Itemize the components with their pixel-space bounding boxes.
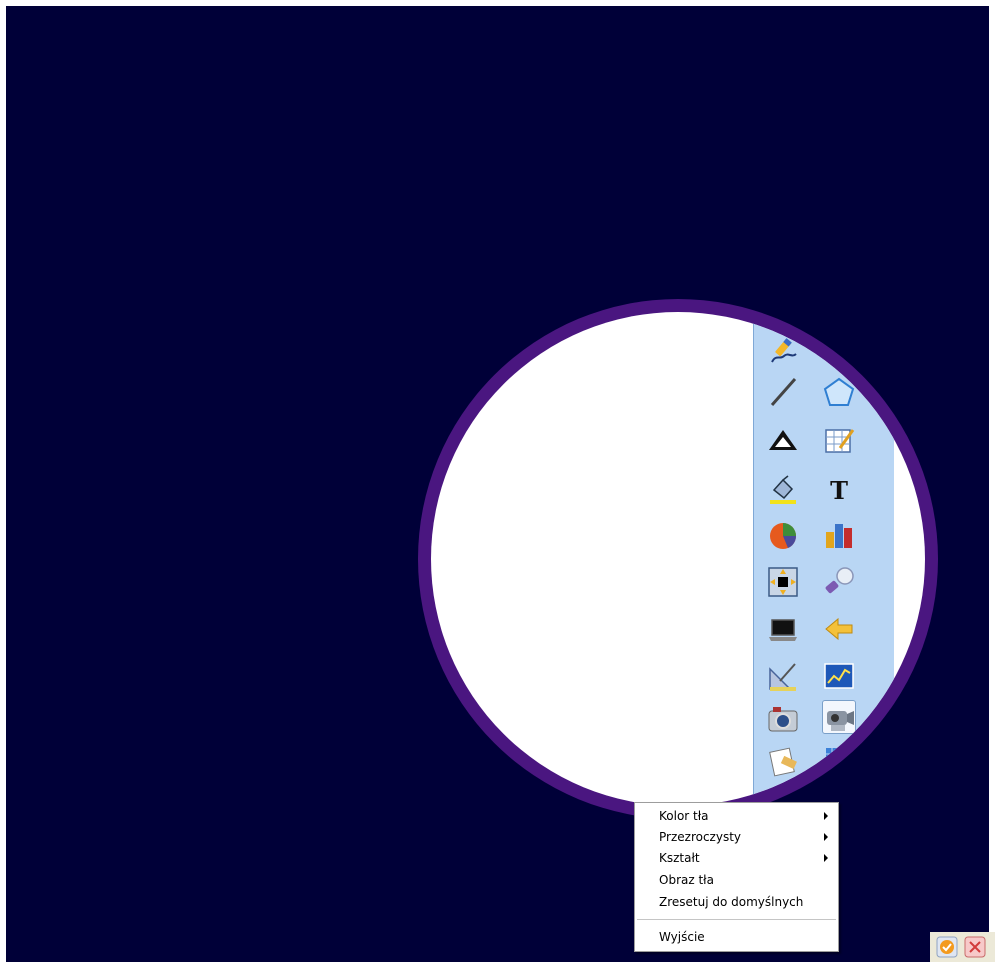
fill-bucket-icon[interactable] bbox=[766, 472, 800, 506]
laptop-icon[interactable] bbox=[766, 612, 800, 646]
menu-item-background-color[interactable]: Kolor tła bbox=[635, 806, 838, 826]
menu-item-background-image[interactable]: Obraz tła bbox=[635, 870, 838, 890]
bar-chart-icon[interactable] bbox=[822, 518, 856, 552]
spotlight-icon[interactable] bbox=[822, 565, 856, 599]
line-icon[interactable] bbox=[766, 375, 800, 409]
grid-icon[interactable] bbox=[822, 744, 856, 778]
line-graph-icon[interactable] bbox=[822, 659, 856, 693]
pentagon-icon[interactable] bbox=[822, 375, 856, 409]
submenu-arrow-icon bbox=[824, 833, 828, 841]
spotlight-view: T bbox=[431, 312, 925, 806]
spotlight-circle[interactable]: T bbox=[418, 299, 938, 819]
camera-icon[interactable] bbox=[766, 702, 800, 736]
video-camera-icon[interactable] bbox=[822, 700, 856, 734]
submenu-arrow-icon bbox=[824, 812, 828, 820]
back-arrow-icon[interactable] bbox=[822, 612, 856, 646]
orange-check-icon[interactable] bbox=[936, 936, 958, 958]
close-icon[interactable] bbox=[964, 936, 986, 958]
submenu-arrow-icon bbox=[824, 854, 828, 862]
corner-controls bbox=[930, 932, 995, 962]
menu-separator bbox=[637, 919, 836, 920]
notes-icon[interactable] bbox=[766, 744, 800, 778]
menu-item-transparent[interactable]: Przezroczysty bbox=[635, 827, 838, 847]
edit-table-icon[interactable] bbox=[822, 424, 856, 458]
pen-icon[interactable] bbox=[766, 332, 800, 366]
tools-panel: T bbox=[753, 312, 894, 806]
menu-item-reset-defaults[interactable]: Zresetuj do domyślnych bbox=[635, 892, 838, 912]
pie-chart-icon[interactable] bbox=[766, 518, 800, 552]
menu-item-exit[interactable]: Wyjście bbox=[635, 927, 838, 947]
geometry-tools-icon[interactable] bbox=[766, 659, 800, 693]
screen-shade-icon[interactable] bbox=[766, 565, 800, 599]
menu-item-shape[interactable]: Kształt bbox=[635, 848, 838, 868]
text-icon[interactable]: T bbox=[822, 472, 856, 506]
desktop-overlay: T bbox=[6, 6, 989, 962]
triangle-ruler-icon[interactable] bbox=[766, 424, 800, 458]
context-menu: Kolor tła Przezroczysty Kształt Obraz tł… bbox=[634, 802, 839, 952]
svg-text:T: T bbox=[830, 476, 848, 505]
